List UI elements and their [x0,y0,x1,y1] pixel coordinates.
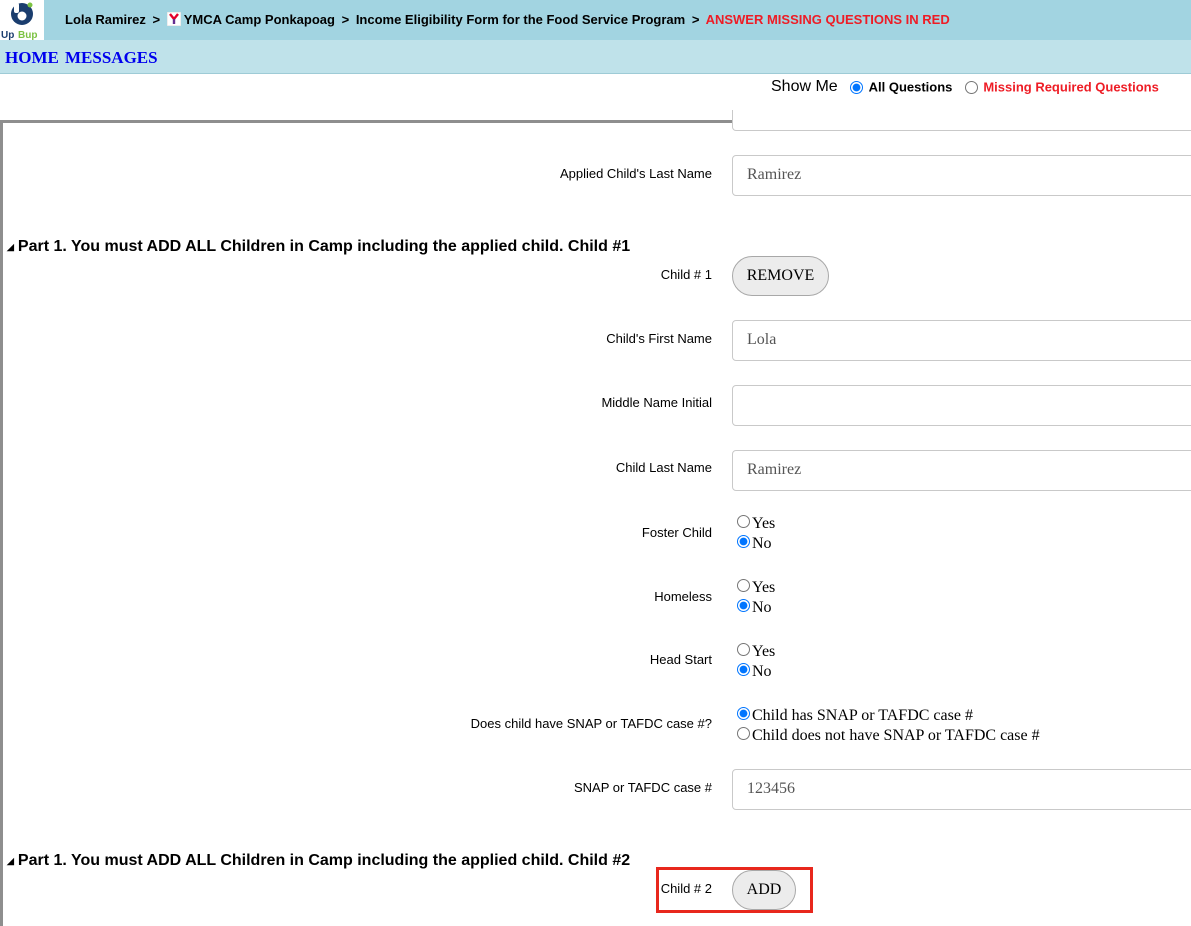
ymca-logo-icon [166,12,181,26]
breadcrumb-user[interactable]: Lola Ramirez [65,12,146,27]
case-number-input[interactable]: 123456 [732,769,1191,810]
homeless-no-radio[interactable] [737,599,750,612]
headstart-no-option[interactable]: No [737,663,772,681]
highlight-box [656,867,813,913]
upbup-logo[interactable]: Up Bup [0,0,44,41]
child-last-name-label: Child Last Name [615,460,712,475]
show-me-label: Show Me [771,78,838,95]
headstart-yes-option[interactable]: Yes [737,643,775,661]
breadcrumb: Lola Ramirez > YMCA Camp Ponkapoag > Inc… [65,12,950,27]
homeless-no-label[interactable]: No [752,599,772,616]
all-questions-label[interactable]: All Questions [869,80,953,95]
foster-yes-option[interactable]: Yes [737,515,775,533]
section-child-1-title: Part 1. You must ADD ALL Children in Cam… [17,238,631,255]
nav-bar: HOME MESSAGES [0,40,1191,74]
breadcrumb-separator: > [152,12,161,27]
homeless-no-option[interactable]: No [737,599,772,617]
foster-child-label: Foster Child [641,525,712,540]
snap-has-radio[interactable] [737,707,750,720]
case-number-label: SNAP or TAFDC case # [574,780,712,795]
previous-field-partial[interactable] [732,110,1191,131]
missing-required-label[interactable]: Missing Required Questions [983,80,1159,95]
svg-text:Bup: Bup [18,30,37,40]
foster-yes-radio[interactable] [737,515,750,528]
section-child-2-title: Part 1. You must ADD ALL Children in Cam… [17,852,631,869]
middle-initial-input[interactable] [732,385,1191,426]
homeless-yes-radio[interactable] [737,579,750,592]
homeless-label: Homeless [654,589,712,604]
first-name-input[interactable]: Lola [732,320,1191,361]
all-questions-radio[interactable] [850,80,864,94]
snap-not-label[interactable]: Child does not have SNAP or TAFDC case # [752,727,1040,744]
top-header-bar: Up Bup Lola Ramirez > YMCA Camp Ponkapoa… [0,0,1191,41]
applied-last-name-input[interactable]: Ramirez [732,155,1191,196]
nav-messages-link[interactable]: MESSAGES [65,48,158,68]
applied-last-name-label: Applied Child's Last Name [559,166,712,181]
snap-question-label: Does child have SNAP or TAFDC case #? [470,716,712,731]
missing-required-radio[interactable] [964,80,978,94]
headstart-yes-radio[interactable] [737,643,750,656]
section-child-2[interactable]: ◢ Part 1. You must ADD ALL Children in Ca… [7,852,630,870]
homeless-yes-label[interactable]: Yes [752,579,775,596]
headstart-no-radio[interactable] [737,663,750,676]
breadcrumb-form[interactable]: Income Eligibility Form for the Food Ser… [356,12,685,27]
foster-no-option[interactable]: No [737,535,772,553]
child-last-name-input[interactable]: Ramirez [732,450,1191,491]
foster-no-label[interactable]: No [752,535,772,552]
collapse-triangle-icon[interactable]: ◢ [7,242,14,253]
headstart-yes-label[interactable]: Yes [752,643,775,660]
middle-initial-label: Middle Name Initial [601,395,712,410]
foster-no-radio[interactable] [737,535,750,548]
snap-not-option[interactable]: Child does not have SNAP or TAFDC case # [737,727,1040,745]
nav-home-link[interactable]: HOME [5,48,59,68]
show-me-filter: Show Me All Questions Missing Required Q… [771,78,1159,96]
snap-has-option[interactable]: Child has SNAP or TAFDC case # [737,707,973,725]
foster-yes-label[interactable]: Yes [752,515,775,532]
first-name-label: Child's First Name [606,331,712,346]
breadcrumb-instruction: ANSWER MISSING QUESTIONS IN RED [705,12,950,27]
breadcrumb-camp[interactable]: YMCA Camp Ponkapoag [184,12,335,27]
section-child-1[interactable]: ◢ Part 1. You must ADD ALL Children in Ca… [7,238,630,256]
snap-has-label[interactable]: Child has SNAP or TAFDC case # [752,707,973,724]
homeless-yes-option[interactable]: Yes [737,579,775,597]
remove-child-1-button[interactable]: REMOVE [732,256,829,296]
collapse-triangle-icon[interactable]: ◢ [7,856,14,867]
head-start-label: Head Start [649,652,712,667]
breadcrumb-separator: > [691,12,700,27]
child-1-number-label: Child # 1 [660,267,712,282]
snap-not-radio[interactable] [737,727,750,740]
breadcrumb-separator: > [341,12,350,27]
svg-text:Up: Up [1,30,14,40]
headstart-no-label[interactable]: No [752,663,772,680]
